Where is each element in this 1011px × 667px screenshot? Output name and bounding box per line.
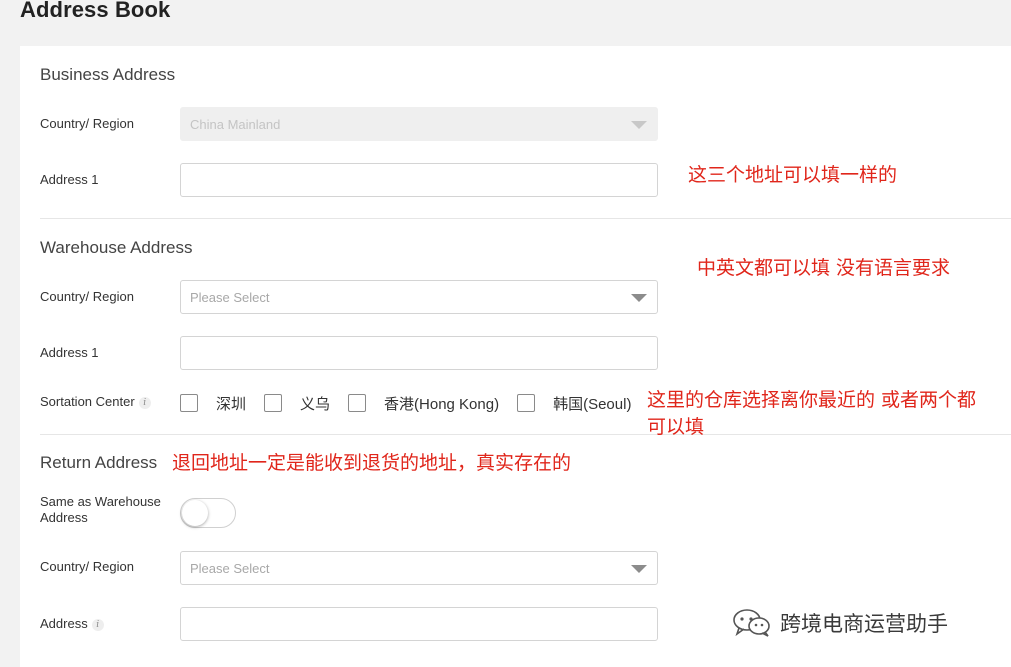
info-icon[interactable]: i [91,619,104,631]
return-address-label: Address [40,616,88,631]
warehouse-address1-label: Address 1 [40,345,99,360]
sortation-center-text: Sortation Center [40,394,135,409]
return-address-title: Return Address [40,453,158,472]
annotation-return-address: 退回地址一定是能收到退货的地址，真实存在的 [172,452,572,474]
checkbox-shenzhen[interactable] [180,394,198,412]
section-divider [40,218,1011,219]
chevron-down-icon [631,121,647,129]
info-icon[interactable]: i [138,397,151,409]
business-address-title: Business Address [40,65,176,84]
toggle-knob [182,500,208,526]
same-as-warehouse-toggle[interactable] [180,498,236,528]
warehouse-country-placeholder: Please Select [190,290,270,305]
return-address-label-wrap: Address i [40,616,104,632]
page-title: Address Book [20,0,171,22]
business-address1-label: Address 1 [40,172,99,187]
warehouse-address-title: Warehouse Address [40,238,193,257]
checkbox-label-shenzhen: 深圳 [216,395,247,413]
annotation-warehouse-choice-1: 这里的仓库选择离你最近的 或者两个都 [647,389,977,411]
section-divider [40,434,1011,435]
watermark: 跨境电商运营助手 [732,608,948,638]
checkbox-label-yiwu: 义乌 [300,395,331,413]
sortation-center-label: Sortation Center i [40,394,151,410]
business-address1-input[interactable] [180,163,658,197]
checkbox-label-hong-kong: 香港(Hong Kong) [384,395,500,413]
business-country-select: China Mainland [180,107,658,141]
chevron-down-icon [631,565,647,573]
warehouse-country-label: Country/ Region [40,289,134,304]
annotation-same-addresses: 这三个地址可以填一样的 [688,164,898,186]
same-as-warehouse-label: Same as Warehouse Address [40,494,161,525]
sortation-center-options: 深圳 义乌 香港(Hong Kong) 韩国(Seoul) [180,392,631,414]
return-country-select[interactable]: Please Select [180,551,658,585]
annotation-language: 中英文都可以填 没有语言要求 [697,257,951,279]
checkbox-label-seoul: 韩国(Seoul) [553,395,632,413]
checkbox-hong-kong[interactable] [348,394,367,412]
annotation-warehouse-choice-2: 可以填 [647,416,705,438]
business-country-value: China Mainland [190,117,281,132]
checkbox-seoul[interactable] [517,394,536,412]
business-country-label: Country/ Region [40,116,134,131]
checkbox-yiwu[interactable] [264,394,283,412]
watermark-text: 跨境电商运营助手 [780,612,948,636]
return-country-label: Country/ Region [40,559,134,574]
warehouse-country-select[interactable]: Please Select [180,280,658,314]
wechat-icon [733,609,770,637]
warehouse-address1-input[interactable] [180,336,658,370]
return-country-placeholder: Please Select [190,561,270,576]
return-address-input[interactable] [180,607,658,641]
chevron-down-icon [631,294,647,302]
